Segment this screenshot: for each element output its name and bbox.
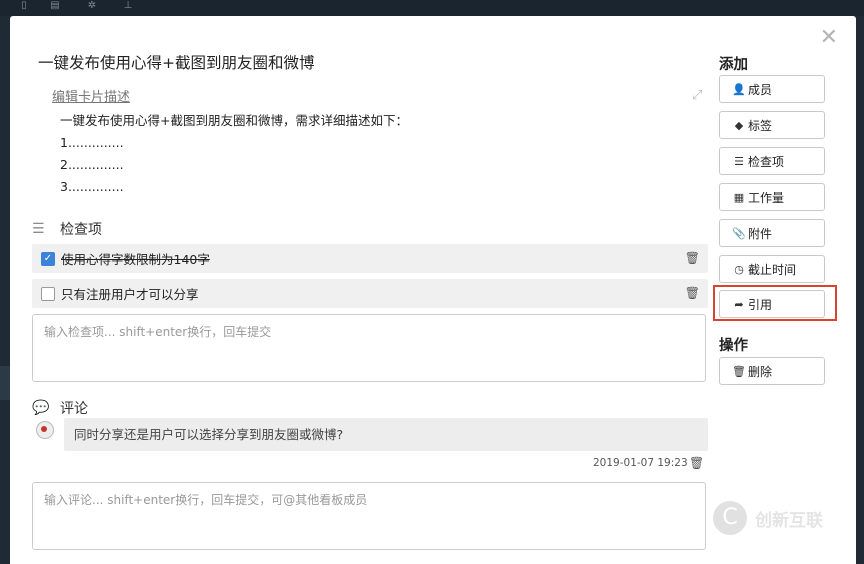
avatar[interactable]: [34, 421, 56, 445]
watermark-text: 创新互联: [755, 510, 823, 531]
checked-checkbox[interactable]: ✓: [41, 251, 55, 266]
checklist-heading: ☰ 检查项: [32, 219, 102, 239]
card-description: 一键发布使用心得+截图到朋友圈和微博，需求详细描述如下： 1..........…: [60, 110, 408, 198]
logo-icon: C: [713, 501, 747, 535]
add-deadline-button[interactable]: ◷ 截止时间: [719, 255, 825, 283]
comment-icon: 💬: [32, 400, 50, 416]
avatar-image: [36, 421, 54, 439]
checklist-item[interactable]: 只有注册用户才可以分享 🗑: [32, 279, 708, 308]
add-tag-button[interactable]: ◆ 标签: [719, 111, 825, 139]
trash-icon[interactable]: 🗑: [685, 286, 700, 300]
document-icon[interactable]: ▯: [18, 1, 30, 11]
button-label: 删除: [748, 364, 773, 379]
list-icon: ☰: [734, 154, 744, 168]
button-label: 检查项: [748, 154, 785, 169]
highlight-box: [713, 285, 837, 321]
comments-heading: 💬 评论: [32, 398, 88, 418]
list-icon: ☰: [32, 221, 45, 237]
add-checklist-button[interactable]: ☰ 检查项: [719, 147, 825, 175]
edit-description-link[interactable]: 编辑卡片描述: [52, 86, 130, 105]
unchecked-checkbox[interactable]: [41, 286, 55, 301]
description-line: 3..............: [60, 179, 124, 194]
comment-timestamp: 2019-01-07 19:23: [593, 457, 688, 469]
top-toolbar: ▯ ▤ ✲ ⊥: [0, 0, 864, 16]
trash-icon[interactable]: 🗑: [689, 456, 704, 470]
delete-button[interactable]: 🗑 删除: [719, 357, 825, 385]
comments-heading-label: 评论: [60, 401, 88, 417]
actions-heading: 操作: [719, 338, 748, 354]
trash-icon: 🗑: [732, 364, 746, 378]
settings-icon[interactable]: ✲: [86, 1, 98, 11]
description-line: 2..............: [60, 157, 124, 172]
checklist-item-label: 使用心得字数限制为140字: [61, 252, 210, 267]
button-label: 工作量: [748, 190, 785, 205]
trash-icon[interactable]: 🗑: [685, 251, 700, 265]
add-workload-button[interactable]: ▦ 工作量: [719, 183, 825, 211]
button-label: 附件: [748, 226, 773, 241]
checklist-item-label: 只有注册用户才可以分享: [61, 287, 199, 302]
button-label: 标签: [748, 118, 773, 133]
button-label: 成员: [748, 82, 773, 97]
description-line: 一键发布使用心得+截图到朋友圈和微博，需求详细描述如下：: [60, 113, 408, 128]
comment-text: 同时分享还是用户可以选择分享到朋友圈或微博?: [64, 418, 708, 451]
card-detail-modal: ✕ 一键发布使用心得+截图到朋友圈和微博 编辑卡片描述 ⤢ 一键发布使用心得+截…: [10, 16, 856, 564]
close-icon[interactable]: ✕: [820, 26, 838, 50]
checklist-input[interactable]: 输入检查项... shift+enter换行，回车提交: [32, 314, 706, 382]
paperclip-icon: 📎: [732, 226, 746, 240]
expand-icon[interactable]: ⤢: [692, 88, 702, 103]
background-panel-edge: [0, 366, 10, 400]
checklist-item[interactable]: ✓ 使用心得字数限制为140字 🗑: [32, 244, 708, 273]
clock-icon: ◷: [734, 262, 744, 276]
add-attachment-button[interactable]: 📎 附件: [719, 219, 825, 247]
tag-icon: ◆: [734, 118, 744, 132]
add-user-icon: 👤: [732, 82, 746, 96]
card-title[interactable]: 一键发布使用心得+截图到朋友圈和微博: [38, 51, 315, 73]
comment-input[interactable]: 输入评论... shift+enter换行，回车提交，可@其他看板成员: [32, 482, 706, 550]
sitemap-icon[interactable]: ⊥: [122, 1, 134, 11]
button-label: 截止时间: [748, 262, 797, 277]
description-line: 1..............: [60, 135, 124, 150]
grid-icon: ▦: [733, 190, 745, 204]
add-member-button[interactable]: 👤 成员: [719, 75, 825, 103]
add-heading: 添加: [719, 57, 748, 73]
checklist-heading-label: 检查项: [60, 222, 102, 238]
card-icon[interactable]: ▤: [49, 1, 61, 11]
watermark: C 创新互联: [713, 498, 856, 538]
